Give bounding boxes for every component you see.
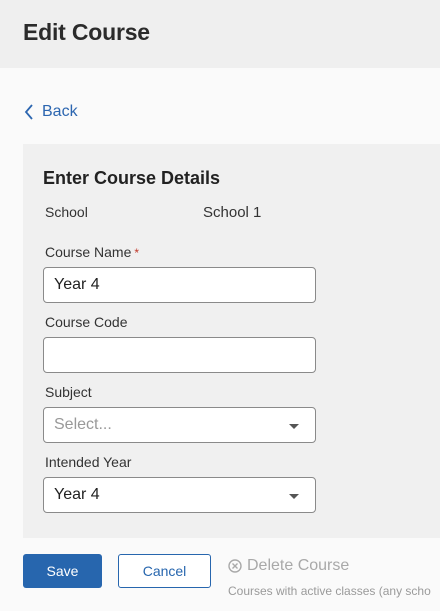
course-name-label: Course Name * (45, 244, 139, 260)
intended-year-value: Year 4 (54, 486, 100, 503)
delete-course-button[interactable]: Delete Course (228, 556, 349, 576)
school-label: School (45, 204, 88, 220)
back-label: Back (42, 103, 78, 120)
course-code-input[interactable] (43, 337, 316, 373)
intended-year-label: Intended Year (45, 454, 132, 470)
page-title: Edit Course (23, 19, 150, 45)
required-asterisk: * (134, 246, 140, 260)
subject-placeholder: Select... (54, 416, 112, 433)
school-value: School 1 (203, 204, 262, 221)
course-name-label-text: Course Name (45, 244, 132, 260)
subject-select[interactable]: Select... (43, 407, 316, 443)
cancel-button[interactable]: Cancel (118, 554, 211, 588)
course-code-label: Course Code (45, 314, 128, 330)
delete-course-note: Courses with active classes (any scho (228, 584, 431, 598)
intended-year-select[interactable]: Year 4 (43, 477, 316, 513)
course-name-value: Year 4 (54, 276, 100, 293)
back-link[interactable]: Back (24, 100, 78, 124)
circle-x-icon (228, 559, 242, 573)
course-details-panel: Enter Course Details School School 1 Cou… (23, 144, 440, 538)
save-button[interactable]: Save (23, 554, 102, 588)
delete-course-label: Delete Course (247, 557, 350, 574)
chevron-left-icon (24, 104, 33, 120)
form-title: Enter Course Details (43, 168, 221, 188)
caret-down-icon (289, 494, 299, 499)
subject-label: Subject (45, 384, 92, 400)
caret-down-icon (289, 424, 299, 429)
page-header: Edit Course (0, 0, 440, 68)
course-name-input[interactable]: Year 4 (43, 267, 316, 303)
